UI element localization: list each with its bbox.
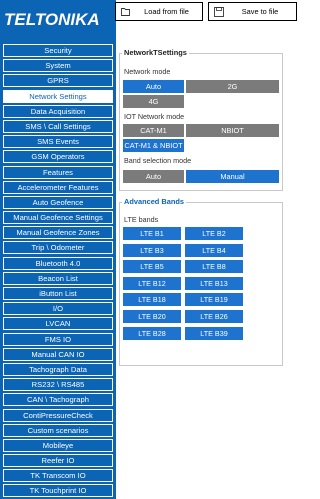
sidebar-menu: Security System GPRS Network Settings Data A… [3,44,113,499]
band-lte-b18[interactable]: LTE B18 [123,293,181,307]
network-mode-auto[interactable]: Auto [123,80,184,93]
band-lte-b20[interactable]: LTE B20 [123,310,181,323]
sidebar-item-tachograph-data[interactable]: Tachograph Data [3,362,113,376]
lte-bands-label: LTE bands [124,215,159,224]
sidebar-item-trip-odometer[interactable]: Trip \ Odometer [3,241,113,255]
panel-title-network: NetworkTSettings [122,48,189,57]
load-from-file-button[interactable]: Load from file [115,2,203,21]
sidebar-item-tk-transcom-io[interactable]: TK Transcom IO [3,469,113,483]
load-from-file-label: Load from file [144,7,189,16]
iot-mode-label: IOT Network mode [124,112,185,121]
network-mode-2g[interactable]: 2G [186,80,279,93]
band-lte-b13[interactable]: LTE B13 [185,276,243,290]
sidebar-item-accelerometer-features[interactable]: Accelerometer Features [3,180,113,194]
save-to-file-button[interactable]: Save to file [208,2,297,21]
sidebar-item-gprs[interactable]: GPRS [3,74,113,88]
band-lte-b4[interactable]: LTE B4 [185,243,243,257]
sidebar-item-auto-geofence[interactable]: Auto Geofence [3,195,113,209]
sidebar-item-sms-call-settings[interactable]: SMS \ Call Settings [3,119,113,133]
band-lte-b19[interactable]: LTE B19 [185,293,243,307]
sidebar: TELTONIKA Security System GPRS Network Sett… [0,0,116,499]
iot-mode-nbiot[interactable]: NBIOT [186,124,279,137]
sidebar-item-sms-events[interactable]: SMS Events [3,135,113,149]
network-settings-panel: NetworkTSettings Network mode Auto 2G 4G… [119,48,283,191]
sidebar-item-data-acquisition[interactable]: Data Acquisition [3,104,113,118]
band-mode-auto[interactable]: Auto [123,170,184,183]
sidebar-item-reefer-io[interactable]: Reefer IO [3,454,113,468]
band-selection-mode-label: Band selection mode [124,156,192,165]
sidebar-item-mobileye[interactable]: Mobileye [3,438,113,452]
sidebar-item-beacon-list[interactable]: Beacon List [3,271,113,285]
sidebar-item-security[interactable]: Security [3,44,113,57]
network-mode-label: Network mode [124,67,171,76]
band-lte-b2[interactable]: LTE B2 [185,227,243,240]
band-lte-b28[interactable]: LTE B28 [123,326,181,340]
sidebar-item-bluetooth-4-0[interactable]: Bluetooth 4.0 [3,256,113,270]
sidebar-item-rs232-rs485[interactable]: RS232 \ RS485 [3,378,113,392]
band-lte-b1[interactable]: LTE B1 [123,227,181,240]
svg-text:TELTONIKA: TELTONIKA [4,10,100,29]
sidebar-item-ibutton-list[interactable]: iButton List [3,287,113,300]
band-lte-b8[interactable]: LTE B8 [185,260,243,274]
logo-mark-icon: TELTONIKA [4,10,100,29]
sidebar-item-system[interactable]: System [3,59,113,73]
sidebar-item-network-settings[interactable]: Network Settings [3,89,113,103]
band-lte-b26[interactable]: LTE B26 [185,310,243,323]
sidebar-item-contipressurecheck[interactable]: ContiPressureCheck [3,408,113,422]
sidebar-item-i-o[interactable]: I/O [3,302,113,316]
sidebar-item-tk-touchprint-io[interactable]: TK Touchprint IO [3,484,113,498]
folder-open-icon [121,7,131,16]
sidebar-item-fms-io[interactable]: FMS IO [3,332,113,346]
save-to-file-label: Save to file [241,7,279,16]
sidebar-item-custom-scenarios[interactable]: Custom scenarios [3,423,113,437]
panel-title-bands: Advanced Bands [122,197,186,206]
band-lte-b12[interactable]: LTE B12 [123,276,181,290]
sidebar-item-lvcan[interactable]: LVCAN [3,317,113,331]
save-icon [214,6,224,17]
teltonika-logo: TELTONIKA [0,0,116,40]
band-lte-b39[interactable]: LTE B39 [185,326,243,340]
iot-mode-cat-m1-nbiot[interactable]: CAT-M1 & NBIOT [123,139,184,152]
band-lte-b5[interactable]: LTE B5 [123,260,181,274]
sidebar-item-manual-geofence-settings[interactable]: Manual Geofence Settings [3,211,113,225]
band-mode-manual[interactable]: Manual [186,170,279,183]
advanced-bands-panel: Advanced Bands LTE bands LTE B1 LTE B2 LTE… [119,197,283,366]
sidebar-item-features[interactable]: Features [3,165,113,179]
sidebar-item-manual-geofence-zones[interactable]: Manual Geofence Zones [3,226,113,240]
sidebar-item-manual-can-io[interactable]: Manual CAN IO [3,347,113,361]
iot-mode-cat-m1[interactable]: CAT-M1 [123,124,184,137]
network-mode-4g[interactable]: 4G [123,95,184,108]
band-lte-b3[interactable]: LTE B3 [123,243,181,257]
sidebar-item-can-tachograph[interactable]: CAN \ Tachograph [3,393,113,407]
sidebar-item-gsm-operators[interactable]: GSM Operators [3,150,113,164]
